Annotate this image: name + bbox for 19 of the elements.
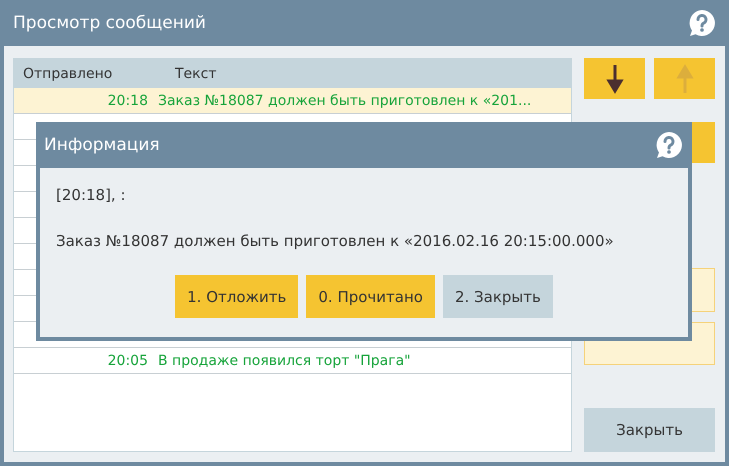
dialog-button[interactable]: 2. Закрыть xyxy=(442,275,553,318)
message-text: Заказ №18087 должен быть приготовлен к «201... xyxy=(158,92,532,108)
help-icon[interactable] xyxy=(656,132,682,158)
time-cell-text: 20:05 xyxy=(106,352,149,368)
window-title: Просмотр сообщений xyxy=(13,13,206,33)
time-cell-text: 20:18 xyxy=(106,92,149,108)
message-text: В продаже появился торт "Прага" xyxy=(158,352,411,368)
up-arrow-icon xyxy=(677,64,692,94)
scroll-down-button[interactable] xyxy=(584,58,645,99)
dialog-button[interactable]: 1. Отложить xyxy=(175,275,298,318)
down-arrow-icon xyxy=(607,63,622,94)
dialog-button[interactable]: 0. Прочитано xyxy=(306,275,435,318)
close-button[interactable]: Закрыть xyxy=(584,408,715,452)
column-header: Текст xyxy=(175,66,216,82)
message-text: Заказ №18087 должен быть приготовлен к «2016.02.16 20:15:00.000» xyxy=(56,232,615,250)
dialog-title: Информация xyxy=(44,135,160,155)
message-header: [20:18], : xyxy=(56,186,127,204)
column-header: Отправлено xyxy=(22,66,114,82)
help-icon[interactable] xyxy=(690,10,715,36)
